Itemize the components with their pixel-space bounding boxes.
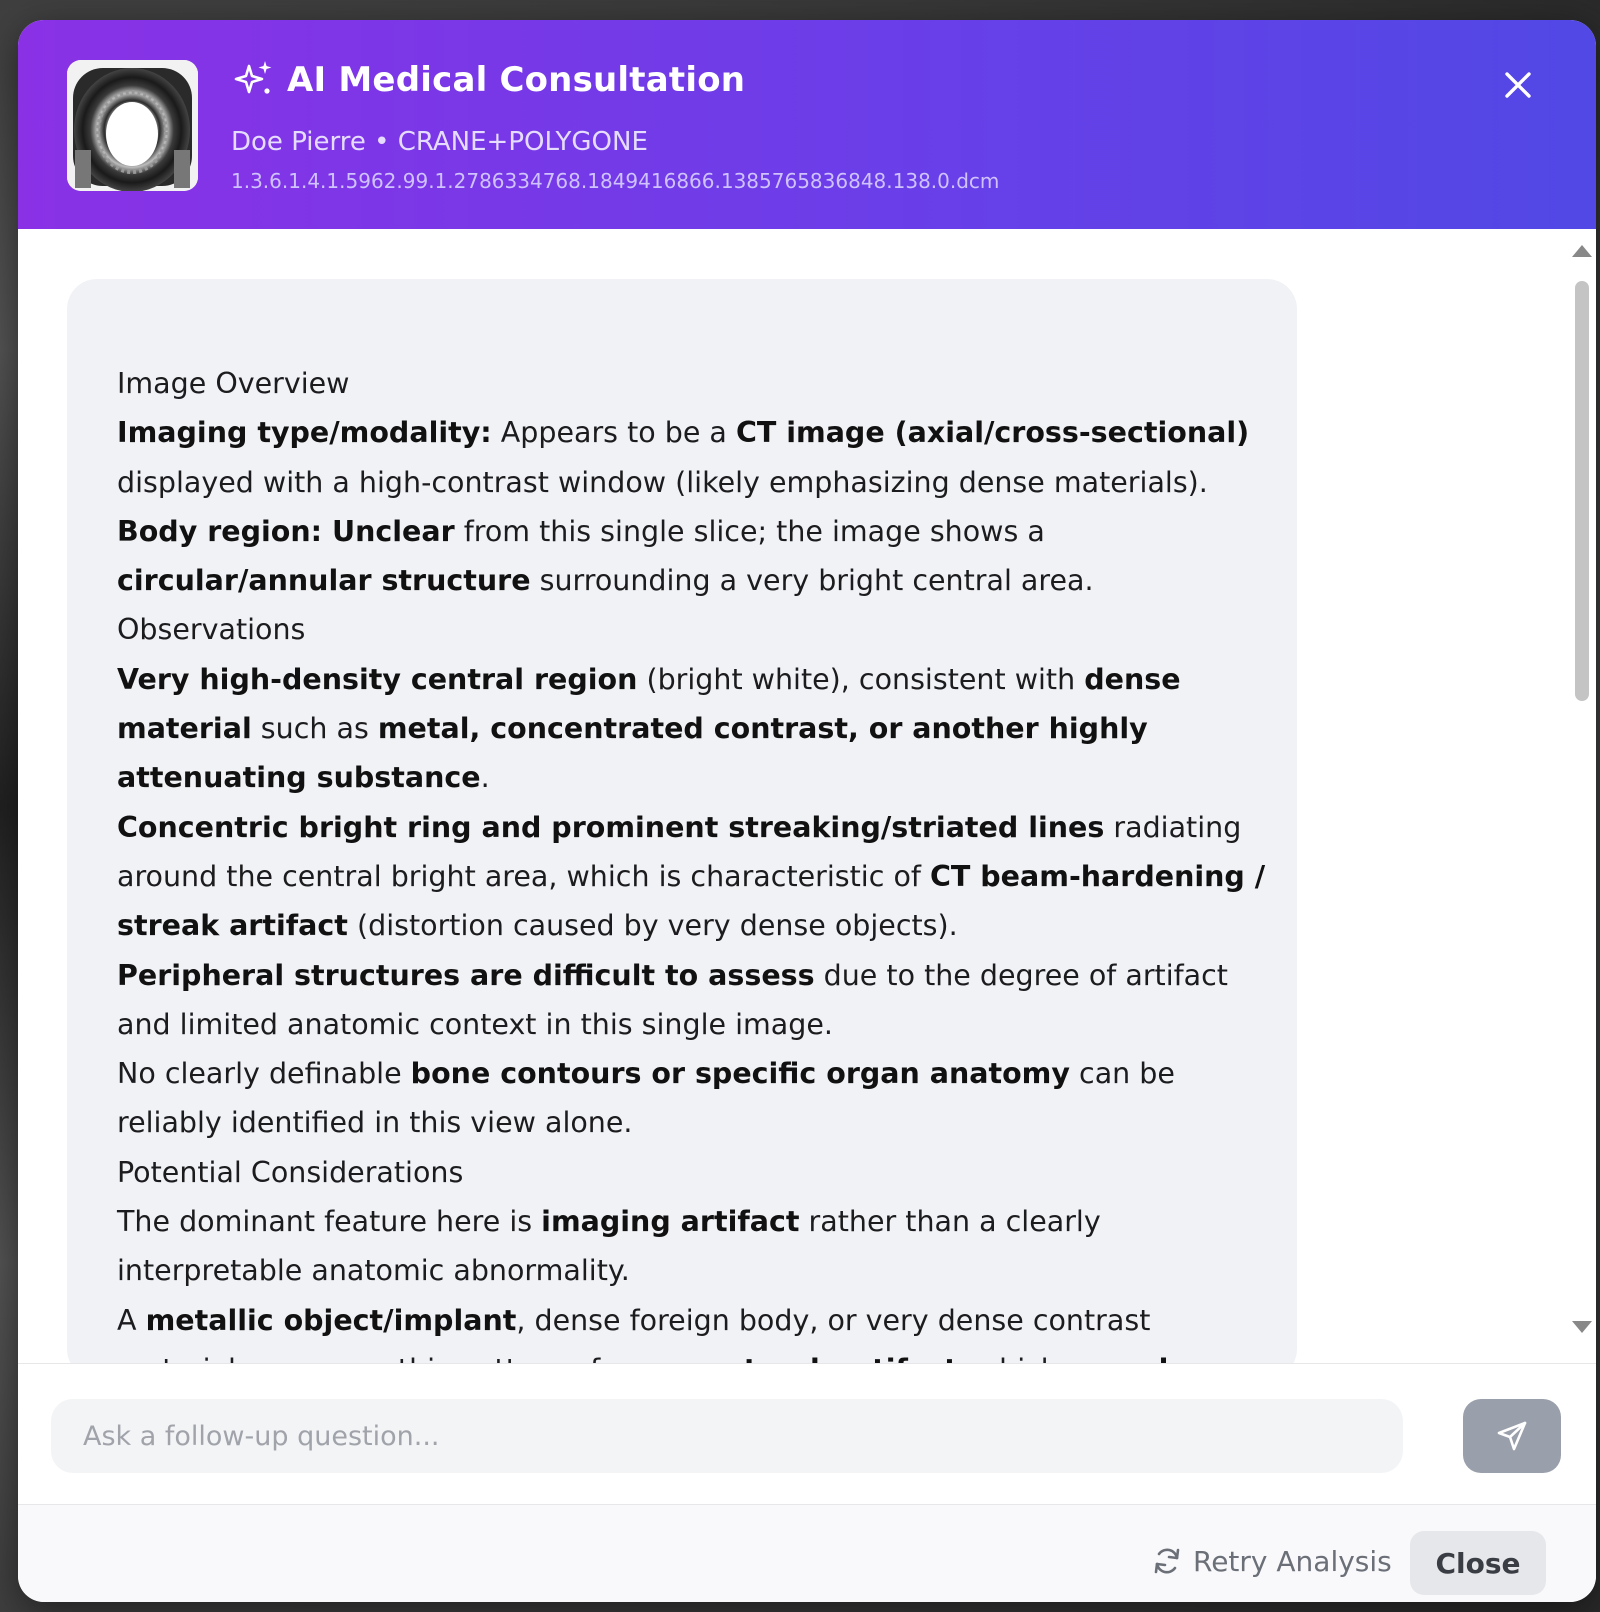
analysis-paragraph: Concentric bright ring and prominent str… — [117, 803, 1267, 951]
bold-text: circular/annular structure — [117, 564, 531, 598]
analysis-paragraph: The dominant feature here is imaging art… — [117, 1197, 1267, 1296]
sparkles-icon — [234, 61, 272, 94]
scroll-down-icon[interactable] — [1572, 1321, 1592, 1333]
followup-bar — [18, 1364, 1596, 1504]
analysis-paragraph: Peripheral structures are difficult to a… — [117, 951, 1267, 1050]
text: Image Overview — [117, 367, 350, 400]
bold-text: Imaging type/modality: — [117, 416, 492, 450]
scrollbar[interactable] — [1566, 237, 1596, 1347]
scroll-up-icon[interactable] — [1572, 245, 1592, 257]
text: Potential Considerations — [117, 1155, 464, 1189]
analysis-paragraph: Potential Considerations — [117, 1148, 1267, 1197]
close-icon[interactable] — [1498, 65, 1538, 105]
bold-text: Peripheral structures are difficult to a… — [117, 958, 815, 992]
text: Observations — [117, 613, 306, 647]
analysis-paragraph: Body region: Unclear from this single sl… — [117, 507, 1267, 606]
send-button[interactable] — [1463, 1399, 1561, 1473]
close-button[interactable]: Close — [1410, 1531, 1546, 1595]
conversation-area[interactable]: Image Overview Imaging type/modality: App… — [18, 229, 1596, 1363]
analysis-paragraph: A metallic object/implant, dense foreign… — [117, 1296, 1267, 1363]
dialog-footer: Retry Analysis Close — [18, 1505, 1596, 1602]
analysis-text: Image Overview Imaging type/modality: App… — [117, 359, 1267, 1363]
analysis-paragraph: Imaging type/modality: Appears to be a C… — [117, 408, 1267, 507]
refresh-icon — [1154, 1548, 1180, 1574]
ai-response-bubble: Image Overview Imaging type/modality: App… — [67, 279, 1297, 1363]
send-icon — [1497, 1421, 1527, 1451]
retry-analysis-label: Retry Analysis — [1193, 1544, 1392, 1578]
text: Appears to be a — [491, 416, 736, 450]
bold-text: metallic object/implant — [145, 1303, 517, 1337]
analysis-paragraph: Very high-density central region (bright… — [117, 655, 1267, 803]
text: (distortion caused by very dense objects… — [347, 909, 958, 943]
bold-text: Body region: Unclear — [117, 514, 455, 548]
analysis-paragraph: Observations — [117, 605, 1267, 654]
bold-text: imaging artifact — [541, 1205, 800, 1239]
dialog-header: AI Medical Consultation Doe Pierre • CRA… — [18, 20, 1596, 229]
text: A — [117, 1303, 146, 1337]
text: No clearly definable — [117, 1057, 411, 1091]
dialog-title: AI Medical Consultation — [287, 60, 746, 100]
consultation-dialog: AI Medical Consultation Doe Pierre • CRA… — [18, 20, 1596, 1602]
text: displayed with a high-contrast window (l… — [117, 465, 1208, 499]
followup-input[interactable] — [51, 1399, 1403, 1473]
scrollbar-thumb[interactable] — [1575, 281, 1589, 701]
analysis-paragraph: No clearly definable bone contours or sp… — [117, 1049, 1267, 1148]
bold-text: severe streak artifact — [609, 1353, 957, 1363]
analysis-paragraph: Image Overview — [117, 359, 1267, 408]
text: from this single slice; the image shows … — [454, 514, 1045, 548]
patient-study-label: Doe Pierre • CRANE+POLYGONE — [231, 127, 648, 157]
dicom-filename: 1.3.6.1.4.1.5962.99.1.2786334768.1849416… — [231, 169, 1000, 193]
bold-text: bone contours or specific organ anatomy — [410, 1057, 1070, 1091]
text: The dominant feature here is — [117, 1205, 542, 1239]
bold-text: CT image (axial/cross-sectional) — [735, 416, 1250, 450]
text: (bright white), consistent with — [637, 662, 1085, 696]
retry-analysis-button[interactable]: Retry Analysis — [1151, 1531, 1392, 1591]
title-row: AI Medical Consultation — [231, 58, 745, 102]
text: such as — [251, 712, 378, 746]
text: surrounding a very bright central area. — [530, 564, 1094, 598]
bold-text: Concentric bright ring and prominent str… — [117, 810, 1105, 844]
dicom-thumbnail — [67, 60, 198, 191]
bold-text: Very high-density central region — [117, 662, 638, 696]
text: . — [480, 761, 490, 795]
text: , which may — [958, 1353, 1139, 1363]
